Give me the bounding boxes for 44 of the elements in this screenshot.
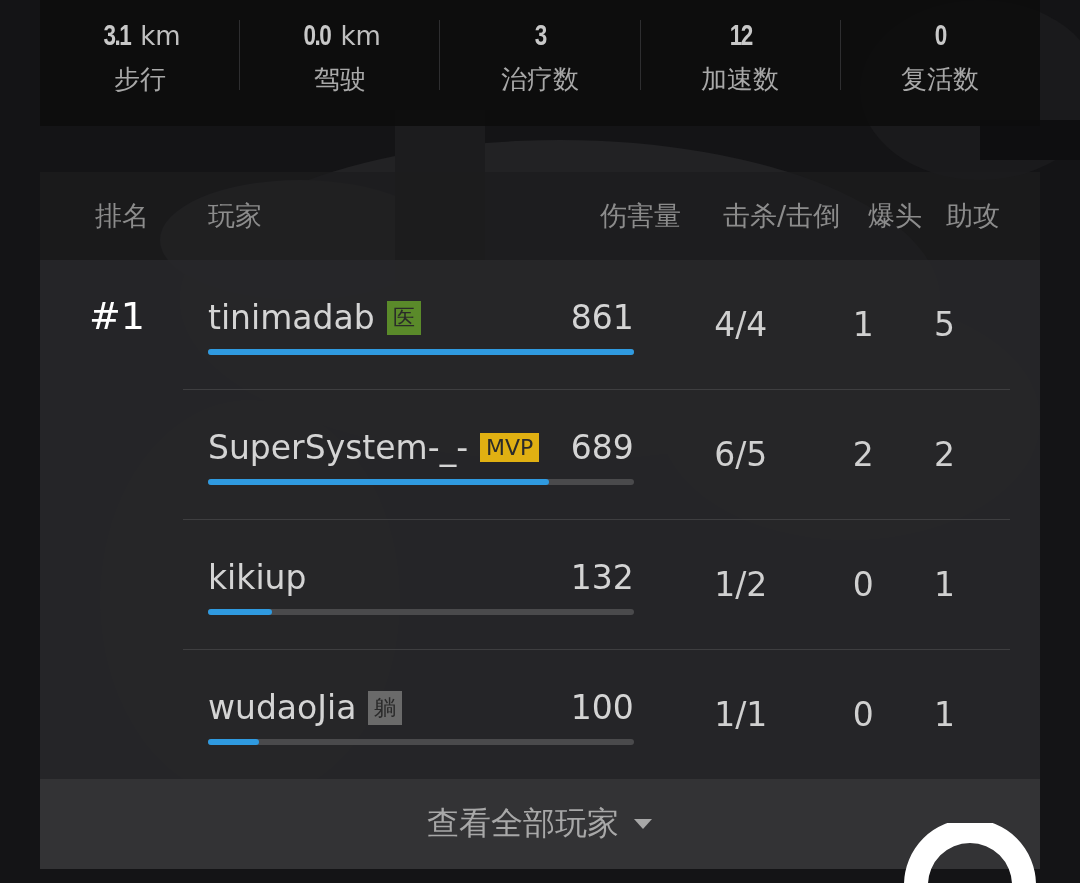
stat-value: 12 [729,18,752,52]
player-name: tinimadab [208,298,375,337]
caret-icon [633,818,653,830]
stat-unit: km [140,21,181,51]
player-tag: MVP [480,433,540,462]
kills-value: 6/5 [714,435,768,474]
player-name: SuperSystem-_- [208,428,469,467]
headshots-value: 0 [852,695,874,734]
damage-value: 100 [570,688,634,727]
player-name: kikiup [208,558,307,597]
stat-label: 加速数 [701,63,780,96]
stat-label: 治疗数 [501,63,579,96]
headshots-value: 2 [852,435,874,474]
kills-value: 1/2 [714,565,768,604]
stat-value: 3.1 [103,18,130,52]
column-header: 玩家 [208,199,263,233]
damage-value: 132 [570,558,634,597]
stat-value: 0 [934,18,946,52]
damage-value: 861 [570,298,634,337]
stat-label: 步行 [113,63,166,96]
column-header: 排名 [95,199,150,233]
assists-value: 2 [933,435,955,474]
view-all-button[interactable]: 查看全部玩家 [40,779,1040,869]
player-name: wudaoJia [208,688,357,727]
column-header: 击杀/击倒 [722,199,840,233]
stat-value: 3 [534,18,546,52]
stat-value: 0.0 [303,18,330,52]
damage-value: 689 [570,428,634,467]
stat-unit: km [340,21,381,51]
assists-value: 5 [933,305,955,344]
kills-value: 4/4 [714,305,768,344]
column-header: 爆头 [868,199,922,233]
headshots-value: 0 [852,565,874,604]
headshots-value: 1 [852,305,874,344]
player-tag: 医 [386,300,421,335]
kills-value: 1/1 [714,695,768,734]
column-header: 助攻 [946,199,1000,233]
stat-label: 复活数 [901,63,980,96]
rank-text: #1 [88,294,145,338]
stat-label: 驾驶 [313,63,366,96]
column-header: 伤害量 [599,199,681,233]
player-tag: 躺 [368,690,403,725]
assists-value: 1 [933,565,955,604]
assists-value: 1 [933,695,955,734]
